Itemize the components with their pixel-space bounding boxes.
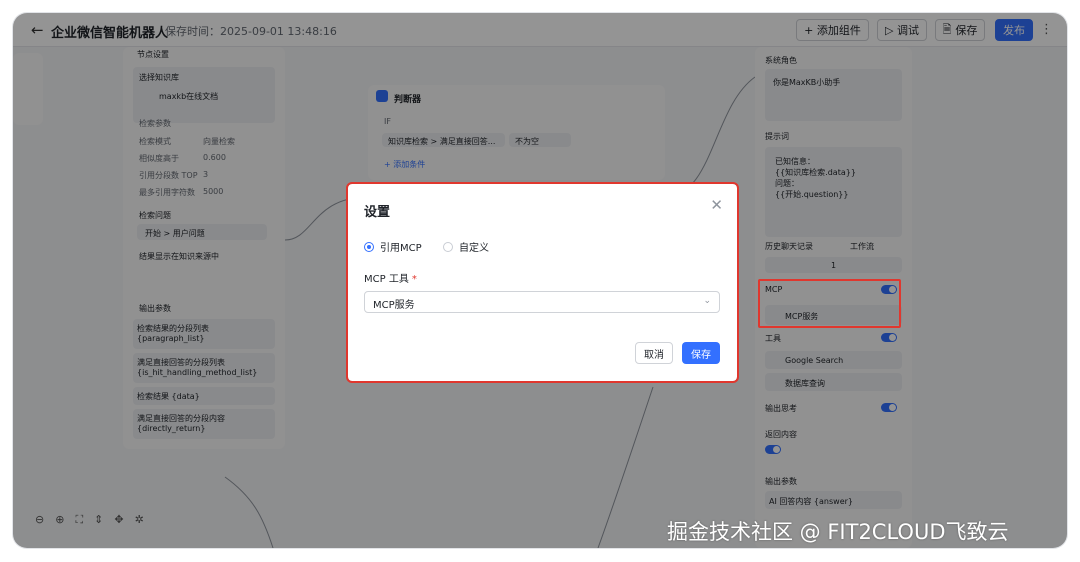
required-mark: * — [411, 274, 417, 285]
cancel-button[interactable]: 取消 — [635, 342, 673, 364]
radio-custom-label: 自定义 — [459, 243, 489, 254]
radio-custom[interactable]: 自定义 — [443, 239, 489, 254]
dialog-title: 设置 — [364, 205, 391, 220]
mcp-highlight-box — [758, 279, 901, 328]
radio-mcp-label: 引用MCP — [380, 243, 422, 254]
mcp-tool-label-text: MCP 工具 — [364, 274, 409, 285]
mcp-tool-label: MCP 工具 * — [364, 270, 417, 285]
radio-mcp[interactable]: 引用MCP — [364, 239, 422, 254]
chevron-down-icon: ⌄ — [703, 296, 711, 306]
settings-dialog: 设置 ✕ 引用MCP 自定义 MCP 工具 * MCP服务 ⌄ 取消 保存 — [346, 182, 739, 383]
mcp-tool-selected: MCP服务 — [373, 300, 415, 311]
app-window: ← 企业微信智能机器人 保存时间：2025-09-01 13:48:16 + 添… — [13, 13, 1067, 548]
close-icon[interactable]: ✕ — [710, 196, 723, 214]
confirm-save-button[interactable]: 保存 — [682, 342, 720, 364]
radio-checked-icon — [364, 241, 374, 252]
watermark: 掘金技术社区 @ FIT2CLOUD飞致云 — [667, 520, 1009, 544]
radio-unchecked-icon — [443, 241, 453, 252]
mcp-tool-select[interactable]: MCP服务 ⌄ — [364, 291, 720, 313]
